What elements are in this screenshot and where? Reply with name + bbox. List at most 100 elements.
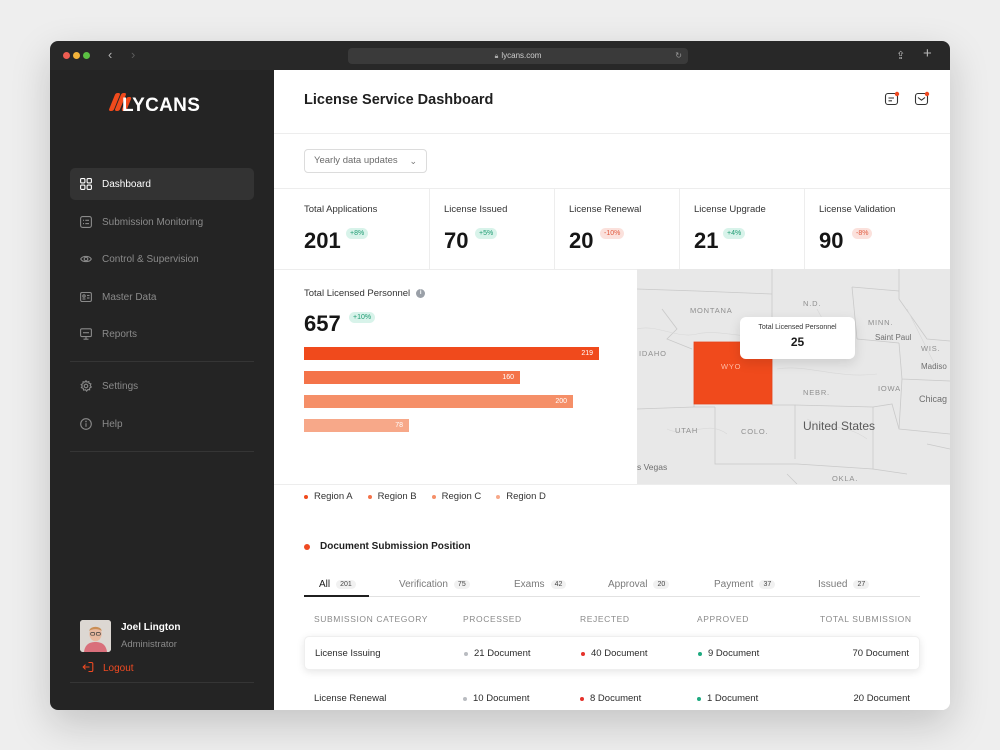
legend-dot-icon — [367, 494, 372, 499]
forward-arrow-icon[interactable]: › — [131, 47, 135, 63]
stat-value: 201 — [304, 228, 341, 253]
eye-icon — [80, 253, 92, 265]
tab-issued[interactable]: Issued 27 — [818, 572, 870, 596]
report-icon — [80, 328, 92, 340]
minimize-window-button[interactable] — [73, 52, 80, 59]
tab-verification[interactable]: Verification 75 — [399, 572, 470, 596]
cell-text: License Issuing — [315, 648, 381, 659]
reload-icon[interactable]: ↻ — [675, 48, 682, 64]
map-label: WYO — [721, 362, 742, 371]
legend-dot-icon — [304, 494, 308, 499]
map-label: Chicag — [919, 394, 948, 404]
stat-value: 90 — [819, 228, 844, 253]
map-label: Madiso — [921, 362, 947, 371]
legend-label: Region A — [314, 491, 353, 502]
map-label: WIS. — [921, 344, 941, 353]
map-tooltip: Total Licensed Personnel 25 — [740, 317, 855, 359]
legend-dot-icon — [431, 494, 436, 499]
yearly-filter-select[interactable]: Yearly data updates ⌄ — [304, 149, 427, 173]
bar-value-label: 219 — [581, 350, 593, 357]
cell-text: 20 Document — [853, 693, 910, 704]
map-label: MINN. — [868, 318, 894, 327]
map-label: MONTANA — [690, 306, 733, 315]
info-icon[interactable]: i — [416, 289, 426, 298]
active-tab-indicator — [304, 595, 369, 597]
grid-icon — [80, 178, 92, 190]
sidebar-item-label: Submission Monitoring — [102, 216, 204, 228]
tab-count: 27 — [853, 579, 870, 589]
new-tab-icon[interactable]: + — [923, 46, 932, 62]
chart-legend: Region A Region B Region C Region D — [304, 491, 561, 502]
cell-text: 10 Document — [473, 693, 530, 704]
sidebar-item-dashboard[interactable]: Dashboard — [70, 168, 254, 200]
tab-count: 75 — [453, 579, 470, 589]
table-cell-category: License Issuing — [315, 637, 380, 671]
region-map[interactable]: MONTANA N.D. MINN. Saint Paul WIS. Madis… — [637, 269, 950, 484]
user-name: Joel Lington — [121, 622, 181, 633]
column-header[interactable]: APPROVED — [697, 614, 749, 624]
close-window-button[interactable] — [63, 52, 70, 59]
stat-change-badge: +8% — [346, 228, 369, 239]
map-label: OKLA. — [832, 474, 859, 483]
sidebar-item-control-supervision[interactable]: Control & Supervision — [70, 243, 254, 275]
tab-label: Verification — [399, 578, 448, 590]
bar-region-d[interactable]: 78 — [304, 419, 409, 432]
map-background — [637, 269, 950, 484]
tooltip-label: Total Licensed Personnel — [758, 324, 837, 331]
table-row[interactable]: License Renewal 10 Document 8 Document 1 Do… — [304, 682, 920, 710]
status-dot-icon — [697, 697, 701, 701]
bar-value-label: 78 — [395, 422, 403, 429]
column-header[interactable]: TOTAL SUBMISSION — [820, 614, 912, 624]
sidebar-item-submission-monitoring[interactable]: Submission Monitoring — [70, 206, 254, 238]
tab-count: 37 — [759, 579, 776, 589]
section-divider — [274, 484, 950, 485]
table-cell-total: 20 Document — [853, 682, 910, 710]
column-header[interactable]: REJECTED — [580, 614, 630, 624]
bar-region-a[interactable]: 219 — [304, 347, 599, 360]
stat-label: License Upgrade — [694, 204, 766, 215]
gear-icon — [80, 380, 92, 392]
stat-label: Total Applications — [304, 204, 378, 215]
legend-item[interactable]: Region D — [496, 491, 546, 502]
tab-exams[interactable]: Exams 42 — [514, 572, 567, 596]
mail-notification-icon[interactable] — [914, 91, 930, 107]
header-divider — [274, 133, 950, 134]
document-section-title: Document Submission Position — [304, 541, 471, 552]
map-label: NEBR. — [803, 388, 830, 397]
notes-notification-icon[interactable] — [884, 91, 900, 107]
legend-item[interactable]: Region A — [304, 491, 353, 502]
sidebar-item-help[interactable]: Help — [70, 408, 254, 440]
table-cell-processed: 10 Document — [463, 682, 530, 710]
sidebar-item-label: Dashboard — [102, 178, 151, 190]
main-content: License Service Dashboard Yearly data up… — [274, 70, 950, 710]
back-arrow-icon[interactable]: ‹ — [108, 47, 112, 63]
logout-button[interactable]: Logout — [82, 661, 134, 676]
tabs-baseline — [304, 596, 920, 597]
tab-count: 42 — [550, 579, 567, 589]
legend-item[interactable]: Region C — [431, 491, 481, 502]
tab-all[interactable]: All 201 — [319, 572, 356, 596]
tab-payment[interactable]: Payment 37 — [714, 572, 776, 596]
personnel-title-text: Total Licensed Personnel — [304, 288, 411, 299]
tab-label: All — [319, 578, 331, 590]
status-dot-icon — [580, 697, 584, 701]
address-bar[interactable]: 🔒︎ lycans.com ↻ — [348, 48, 688, 64]
tab-approval[interactable]: Approval 20 — [608, 572, 670, 596]
stat-divider — [804, 189, 805, 269]
stats-top-divider — [274, 188, 950, 189]
legend-item[interactable]: Region B — [367, 491, 417, 502]
maximize-window-button[interactable] — [83, 52, 90, 59]
map-label: N.D. — [803, 299, 822, 308]
sidebar-item-settings[interactable]: Settings — [70, 370, 254, 402]
stat-label: License Renewal — [569, 204, 642, 215]
share-icon[interactable]: ⇪ — [896, 48, 905, 64]
map-label: COLO. — [741, 427, 769, 436]
bar-region-c[interactable]: 200 — [304, 395, 573, 408]
column-header[interactable]: PROCESSED — [463, 614, 522, 624]
sidebar-item-reports[interactable]: Reports — [70, 318, 254, 350]
column-header[interactable]: SUBMISSION CATEGORY — [314, 614, 428, 624]
sidebar-item-master-data[interactable]: Master Data — [70, 281, 254, 313]
stat-change-badge: -8% — [852, 228, 873, 239]
bar-region-b[interactable]: 160 — [304, 371, 520, 384]
table-row[interactable]: License Issuing 21 Document 40 Document 9 D… — [304, 636, 920, 670]
